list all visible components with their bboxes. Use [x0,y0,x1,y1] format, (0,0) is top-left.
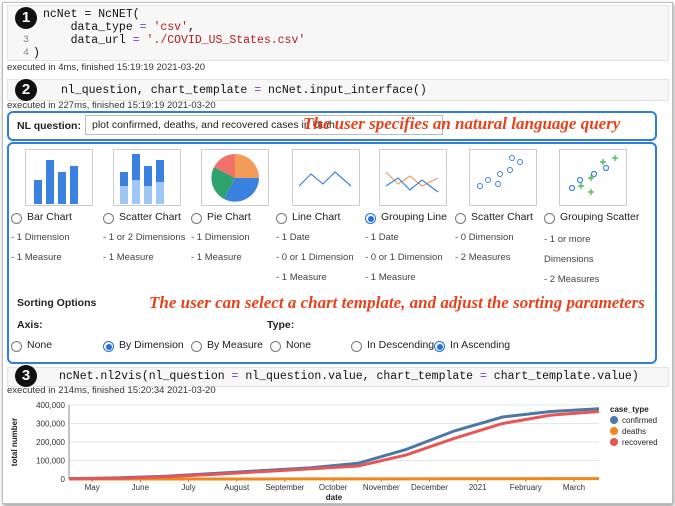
sorting-title: Sorting Options [17,297,97,309]
req-line-2: - 0 or 1 Dimension [276,252,354,263]
legend-swatch-recovered [610,438,618,446]
y-tick-label: 400,000 [36,401,65,410]
cell-1-executed: executed in 4ms, finished 15:19:19 2021-… [7,62,206,73]
cell-1-line-3: data_url = './COVID_US_States.csv' [43,34,306,47]
x-tick-label: October [319,483,348,492]
axis-option-none: None [27,339,53,351]
x-tick-label: 2021 [469,483,487,492]
req-grouping-line-2: - 0 or 1 Dimension [365,252,443,263]
template-label-pie: Pie Chart [207,211,251,223]
type-option-none: None [286,339,312,351]
y-tick-label: 200,000 [36,438,65,447]
grouping-scatter-icon[interactable] [559,149,627,206]
type-label: Type: [267,319,295,331]
series-line-recovered [68,409,600,481]
type-radio-ascending[interactable] [434,341,445,352]
cell-3-code: ncNet.nl2vis(nl_question = nl_question.v… [59,370,639,383]
cell-2-code: nl_question, chart_template = ncNet.inpu… [61,84,427,97]
template-radio-grouping-line[interactable] [365,213,376,224]
req-pie-2: - 1 Measure [191,252,242,263]
x-tick-label: August [224,483,250,492]
cell-1-line-1: ncNet = NcNET( [43,8,140,21]
bar-chart-icon[interactable] [25,149,93,206]
notebook: 1 ncNet = NcNET( data_type = 'csv', 3 da… [2,2,673,504]
req-bar-1: - 1 Dimension [11,232,70,243]
x-tick-label: July [181,483,195,492]
y-tick-label: 100,000 [36,457,65,466]
stacked-bar-chart-icon[interactable] [113,149,181,206]
x-tick-label: March [563,483,585,492]
axis-label: Axis: [17,319,43,331]
type-option-descending: In Descending [367,339,435,351]
scatter-chart-icon[interactable] [469,149,537,206]
cell-1-line-2: data_type = 'csv', [43,21,195,34]
legend-swatch-deaths [610,427,618,435]
sorting-annotation: The user can select a chart template, an… [149,293,645,312]
y-tick-label: 300,000 [36,420,65,429]
cell-1-lineno-4: 4 [23,48,30,59]
covid-line-chart: 0 100,000 200,000 300,000 400,000 May June July… [10,401,658,502]
axis-option-dimension: By Dimension [119,339,184,351]
cell-1-lineno-3: 3 [23,35,30,46]
template-label-grouping-line: Grouping Line [381,211,447,223]
legend-swatch-confirmed [610,416,618,424]
template-radio-bar[interactable] [11,213,22,224]
cell-2-executed: executed in 227ms, finished 15:19:19 202… [7,100,216,111]
pie-chart-icon[interactable] [201,149,269,206]
legend-label-deaths: deaths [622,427,646,436]
legend-label-confirmed: confirmed [622,416,657,425]
y-axis-label: total number [10,418,19,466]
axis-option-measure: By Measure [207,339,264,351]
req-pie-1: - 1 Dimension [191,232,250,243]
template-label-grouping-scatter: Grouping Scatter [560,211,640,223]
axis-radio-dimension[interactable] [103,341,114,352]
cell-3-executed: executed in 214ms, finished 15:20:34 202… [7,385,216,396]
grouping-line-icon[interactable] [379,149,447,206]
req-grouping-scatter-1: - 1 or more [544,234,591,245]
req-bar-2: - 1 Measure [11,252,62,263]
template-radio-stacked[interactable] [103,213,114,224]
template-radio-grouping-scatter[interactable] [544,213,555,224]
axis-radio-none[interactable] [11,341,22,352]
req-grouping-scatter-2: Dimensions [544,254,594,265]
step-3-badge: 3 [15,365,37,387]
type-radio-descending[interactable] [351,341,362,352]
nl-question-label: NL question: [17,120,81,132]
type-option-ascending: In Ascending [450,339,511,351]
req-line-3: - 1 Measure [276,272,327,283]
step-2-badge: 2 [15,79,37,101]
x-tick-label: June [132,483,150,492]
template-radio-line[interactable] [276,213,287,224]
nl-annotation: The user specifies an natural language q… [303,114,621,133]
x-tick-label: November [363,483,400,492]
x-tick-label: February [510,483,542,492]
req-scatter-1: - 0 Dimension [455,232,514,243]
template-label-bar: Bar Chart [27,211,72,223]
axis-radio-measure[interactable] [191,341,202,352]
req-scatter-2: - 2 Measures [455,252,511,263]
req-grouping-scatter-3: - 2 Measures [544,274,600,285]
x-tick-label: September [265,483,304,492]
template-label-line: Line Chart [292,211,341,223]
y-tick-label: 0 [61,475,66,484]
req-stacked-1: - 1 or 2 Dimensions [103,232,186,243]
req-grouping-line-3: - 1 Measure [365,272,416,283]
template-radio-pie[interactable] [191,213,202,224]
type-radio-none[interactable] [270,341,281,352]
template-label-scatter: Scatter Chart [471,211,533,223]
x-axis-label: date [326,493,343,502]
x-tick-label: December [411,483,448,492]
step-1-badge: 1 [15,7,37,29]
legend-title: case_type [610,405,649,414]
line-chart-icon[interactable] [292,149,360,206]
x-tick-label: May [85,483,100,492]
cell-1-line-4: ) [33,47,40,60]
req-grouping-line-1: - 1 Date [365,232,399,243]
legend-label-recovered: recovered [622,438,658,447]
template-radio-scatter[interactable] [455,213,466,224]
template-label-stacked: Scatter Chart [119,211,181,223]
req-stacked-2: - 1 Measure [103,252,154,263]
req-line-1: - 1 Date [276,232,310,243]
